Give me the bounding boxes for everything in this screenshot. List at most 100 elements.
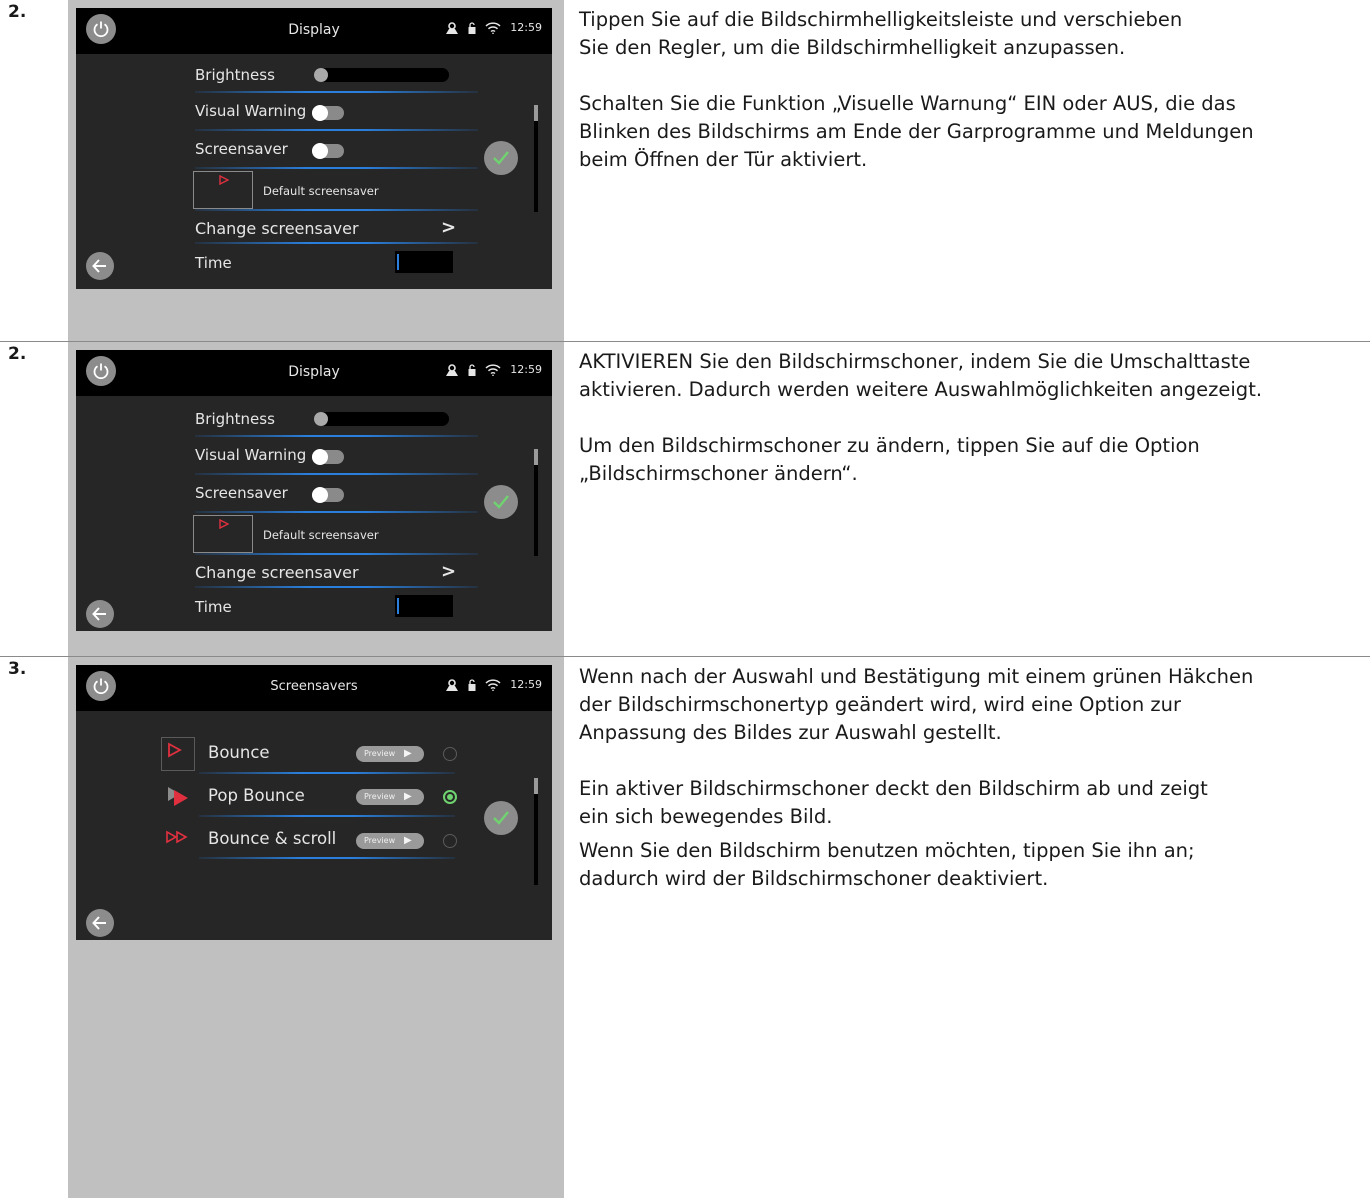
option-label-pop-bounce[interactable]: Pop Bounce <box>208 786 305 805</box>
visual-warning-label: Visual Warning <box>195 102 307 120</box>
back-button[interactable] <box>86 909 114 937</box>
check-icon <box>493 151 509 165</box>
lock-icon <box>468 678 476 691</box>
step-row-3: 3. Screensavers 12:59 Bounce Preview ▶ P… <box>0 657 1370 1198</box>
default-screensaver-label: Default screensaver <box>263 528 379 542</box>
status-bar: Display 12:59 <box>76 8 552 54</box>
screensaver-toggle[interactable] <box>312 143 344 159</box>
scrollbar[interactable] <box>534 449 538 556</box>
brightness-slider[interactable] <box>314 412 449 426</box>
power-button[interactable] <box>86 356 116 386</box>
toggle-knob <box>312 143 328 159</box>
paragraph: Schalten Sie die Funktion „Visuelle Warn… <box>579 92 1254 171</box>
bounce-scroll-thumbnail <box>161 822 195 856</box>
visual-warning-toggle[interactable] <box>312 449 344 465</box>
arrow-left-icon <box>92 259 106 273</box>
divider <box>195 91 478 93</box>
time-field[interactable] <box>395 595 453 617</box>
user-icon <box>446 363 459 376</box>
change-screensaver-label[interactable]: Change screensaver <box>195 219 359 238</box>
divider <box>199 857 455 859</box>
power-icon <box>93 363 109 380</box>
paragraph: AKTIVIEREN Sie den Bildschirmschoner, in… <box>579 350 1263 401</box>
preview-button[interactable]: Preview ▶ <box>356 746 424 762</box>
divider <box>195 586 478 588</box>
user-icon <box>446 21 459 34</box>
confirm-button[interactable] <box>484 801 518 835</box>
scroll-thumb[interactable] <box>534 105 538 121</box>
screensaver-toggle[interactable] <box>312 487 344 503</box>
visual-warning-label: Visual Warning <box>195 446 307 464</box>
divider <box>195 209 478 211</box>
lock-icon <box>468 363 476 376</box>
radio-bounce-scroll[interactable] <box>443 834 457 848</box>
step-row-1: 2. Display 12:59 Brightness Visual Warni… <box>0 0 1370 341</box>
screensaver-thumbnail[interactable] <box>193 171 253 209</box>
brightness-slider[interactable] <box>314 68 449 82</box>
chevron-right-icon[interactable]: > <box>441 561 456 582</box>
toggle-knob <box>312 449 328 465</box>
scroll-play-logo-icon <box>166 830 188 844</box>
paragraph: Wenn nach der Auswahl und Bestätigung mi… <box>579 665 1254 744</box>
screensaver-label: Screensaver <box>195 140 288 158</box>
arrow-left-icon <box>92 607 106 621</box>
preview-label: Preview <box>364 836 396 845</box>
radio-bounce[interactable] <box>443 747 457 761</box>
back-button[interactable] <box>86 600 114 628</box>
step-number: 2. <box>8 2 27 22</box>
screensaver-thumbnail[interactable] <box>193 515 253 553</box>
scroll-thumb[interactable] <box>534 449 538 465</box>
option-label-bounce[interactable]: Bounce <box>208 743 270 762</box>
preview-label: Preview <box>364 749 396 758</box>
user-icon <box>446 678 459 691</box>
power-icon <box>93 21 109 38</box>
paragraph: Tippen Sie auf die Bildschirmhelligkeits… <box>579 8 1183 59</box>
instruction-text: AKTIVIEREN Sie den Bildschirmschoner, in… <box>579 348 1364 488</box>
preview-button[interactable]: Preview ▶ <box>356 789 424 805</box>
brightness-label: Brightness <box>195 66 275 84</box>
divider <box>195 129 478 131</box>
toggle-knob <box>312 105 328 121</box>
confirm-button[interactable] <box>484 141 518 175</box>
time-label: Time <box>195 598 232 616</box>
divider <box>199 772 455 774</box>
clock: 12:59 <box>510 21 542 34</box>
scrollbar[interactable] <box>534 778 538 885</box>
step-row-2: 2. Display 12:59 Brightness Visual Warni… <box>0 342 1370 656</box>
chevron-right-icon[interactable]: > <box>441 217 456 238</box>
screenshot-panel: Display 12:59 Brightness Visual Warning … <box>68 342 564 656</box>
time-field[interactable] <box>395 251 453 273</box>
scrollbar[interactable] <box>534 105 538 212</box>
paragraph: Um den Bildschirmschoner zu ändern, tipp… <box>579 434 1200 485</box>
confirm-button[interactable] <box>484 485 518 519</box>
status-icons: 12:59 <box>445 363 542 376</box>
display-settings-screen: Display 12:59 Brightness Visual Warning … <box>76 8 552 289</box>
radio-pop-bounce[interactable] <box>443 790 457 804</box>
bounce-thumbnail <box>161 737 195 771</box>
instruction-text: Wenn nach der Auswahl und Bestätigung mi… <box>579 663 1364 893</box>
status-icons: 12:59 <box>445 21 542 34</box>
paragraph: Ein aktiver Bildschirmschoner deckt den … <box>579 777 1208 828</box>
divider <box>195 242 478 244</box>
change-screensaver-label[interactable]: Change screensaver <box>195 563 359 582</box>
wifi-icon <box>485 678 501 691</box>
back-button[interactable] <box>86 252 114 280</box>
status-icons: 12:59 <box>445 678 542 691</box>
play-logo-icon <box>219 175 229 185</box>
preview-label: Preview <box>364 792 396 801</box>
visual-warning-toggle[interactable] <box>312 105 344 121</box>
power-button[interactable] <box>86 14 116 44</box>
screen-title: Display <box>288 364 340 380</box>
toggle-knob <box>312 487 328 503</box>
preview-button[interactable]: Preview ▶ <box>356 833 424 849</box>
option-label-bounce-scroll[interactable]: Bounce & scroll <box>208 829 336 848</box>
divider <box>195 511 478 513</box>
power-button[interactable] <box>86 671 116 701</box>
default-screensaver-label: Default screensaver <box>263 184 379 198</box>
divider <box>195 435 478 437</box>
paragraph: Wenn Sie den Bildschirm benutzen möchten… <box>579 839 1195 890</box>
screen-title: Screensavers <box>270 679 358 694</box>
scroll-thumb[interactable] <box>534 778 538 794</box>
slider-knob[interactable] <box>314 68 328 82</box>
slider-knob[interactable] <box>314 412 328 426</box>
